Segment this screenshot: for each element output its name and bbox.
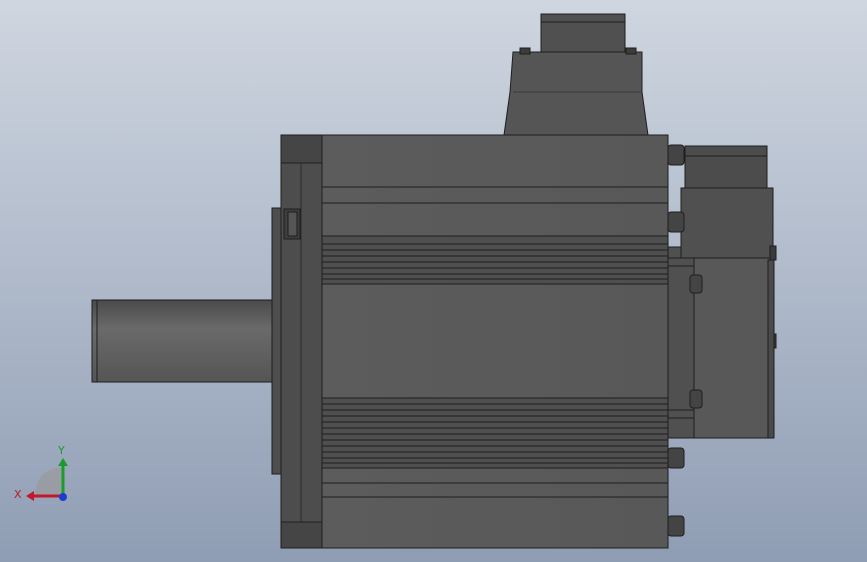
- orientation-triad: X Y: [14, 444, 68, 501]
- y-axis-label: Y: [57, 444, 65, 457]
- cooling-fins-upper: [321, 235, 669, 285]
- rear-end-cap: [667, 246, 695, 439]
- x-axis-arrowhead: [26, 491, 34, 501]
- z-axis-dot: [59, 493, 67, 501]
- cad-viewport[interactable]: X Y: [0, 0, 867, 562]
- y-axis-arrowhead: [58, 458, 68, 466]
- motor-body: [321, 134, 669, 549]
- cooling-fins-lower: [321, 397, 669, 469]
- motor-shaft: [91, 299, 275, 383]
- viewport-canvas[interactable]: [0, 0, 867, 562]
- x-axis-label: X: [14, 488, 22, 501]
- motor-flange: [280, 134, 324, 549]
- triad-plane-indicator: [35, 467, 62, 496]
